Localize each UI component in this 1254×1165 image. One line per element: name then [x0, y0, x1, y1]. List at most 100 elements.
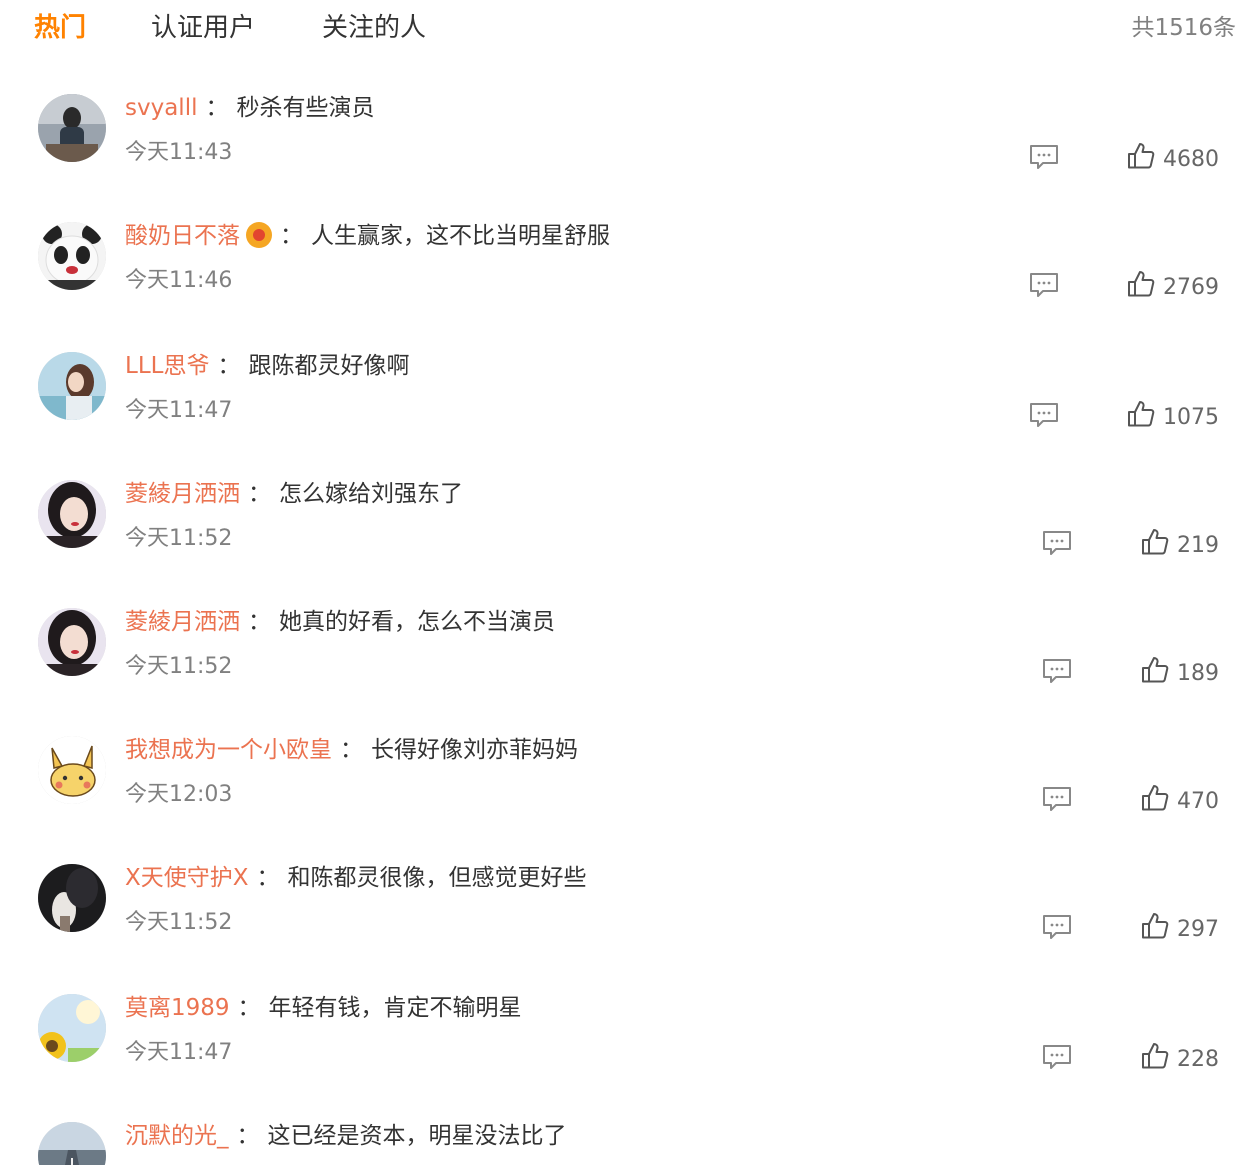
comment-item: X天使守护X ： 和陈都灵很像，但感觉更好些 今天11:52 297: [0, 828, 1254, 956]
woman-photo-avatar[interactable]: [38, 94, 106, 162]
comment-item: 我想成为一个小欧皇 ： 长得好像刘亦菲妈妈 今天12:03 470: [0, 700, 1254, 828]
comment-line: 菱綾月洒洒 ： 她真的好看，怎么不当演员: [125, 606, 555, 638]
comment-bubble-icon: [1030, 403, 1058, 427]
username-link[interactable]: 莫离1989: [125, 995, 230, 1021]
comment-bubble-icon: [1043, 1045, 1071, 1069]
reply-button[interactable]: [1029, 402, 1059, 428]
reply-button[interactable]: [1029, 272, 1059, 298]
panda-avatar[interactable]: [38, 222, 106, 290]
comment-item: 酸奶日不落 ： 人生赢家，这不比当明星舒服 今天11:46 2769: [0, 186, 1254, 314]
comment-item: LLL思爷 ： 跟陈都灵好像啊 今天11:47 1075: [0, 316, 1254, 444]
colon-separator: ：: [248, 481, 271, 507]
like-button[interactable]: 228: [1141, 1042, 1219, 1072]
thumbs-up-icon: [1142, 1043, 1169, 1069]
comment-line: 菱綾月洒洒 ： 怎么嫁给刘强东了: [125, 478, 463, 510]
comment-bubble-icon: [1043, 787, 1071, 811]
like-count: 2769: [1163, 275, 1219, 300]
comment-line: 莫离1989 ： 年轻有钱，肯定不输明星: [125, 992, 522, 1024]
thumbs-up-icon: [1142, 913, 1169, 939]
comment-bubble-icon: [1043, 659, 1071, 683]
comment-text: 年轻有钱，肯定不输明星: [268, 995, 522, 1021]
username-link[interactable]: 沉默的光_: [125, 1123, 229, 1149]
comment-time: 今天11:52: [125, 654, 233, 679]
reply-button[interactable]: [1042, 1044, 1072, 1070]
colon-separator: ：: [236, 1123, 260, 1149]
like-button[interactable]: 297: [1141, 912, 1219, 942]
tab-following[interactable]: 关注的人: [322, 10, 426, 46]
sunflower-avatar[interactable]: [38, 994, 106, 1062]
username-link[interactable]: 我想成为一个小欧皇: [125, 737, 332, 763]
like-button[interactable]: 1075: [1127, 400, 1219, 430]
comment-bubble-icon: [1043, 531, 1071, 555]
comment-item: svyalll ： 秒杀有些演员 今天11:43 4680: [0, 58, 1254, 186]
comment-filter-tabs: 热门 认证用户 关注的人 共1516条: [0, 0, 1254, 58]
like-count: 470: [1177, 789, 1219, 814]
comment-line: LLL思爷 ： 跟陈都灵好像啊: [125, 350, 409, 382]
username-link[interactable]: 菱綾月洒洒: [125, 481, 240, 507]
comment-time: 今天12:03: [125, 782, 233, 807]
comment-time: 今天11:52: [125, 526, 233, 551]
dark-photo-avatar[interactable]: [38, 864, 106, 932]
like-count: 189: [1177, 661, 1219, 686]
tab-hot[interactable]: 热门: [34, 10, 86, 46]
total-comment-count: 共1516条: [1131, 15, 1236, 41]
like-button[interactable]: 219: [1141, 528, 1219, 558]
girl-portrait-avatar[interactable]: [38, 480, 106, 548]
thumbs-up-icon: [1128, 401, 1155, 427]
colon-separator: ：: [256, 865, 280, 891]
girl-portrait-avatar[interactable]: [38, 608, 106, 676]
colon-separator: ：: [217, 353, 241, 379]
comment-line: svyalll ： 秒杀有些演员: [125, 92, 374, 124]
like-count: 297: [1177, 917, 1219, 942]
reply-button[interactable]: [1042, 658, 1072, 684]
colon-separator: ：: [340, 737, 363, 763]
like-count: 219: [1177, 533, 1219, 558]
road-photo-avatar[interactable]: [38, 1122, 106, 1165]
comment-line: 酸奶日不落 ： 人生赢家，这不比当明星舒服: [125, 220, 610, 252]
comment-time: 今天11:52: [125, 910, 233, 935]
username-link[interactable]: LLL思爷: [125, 353, 209, 379]
comment-list: svyalll ： 秒杀有些演员 今天11:43 4680 酸奶日不落 ： 人生赢家，这…: [0, 58, 1254, 1165]
username-link[interactable]: X天使守护X: [125, 865, 249, 891]
thumbs-up-icon: [1128, 271, 1155, 297]
pikachu-avatar[interactable]: [38, 736, 106, 804]
like-count: 228: [1177, 1047, 1219, 1072]
tab-verified-users[interactable]: 认证用户: [151, 10, 255, 46]
comment-time: 今天11:43: [125, 140, 233, 165]
reply-button[interactable]: [1042, 786, 1072, 812]
like-button[interactable]: 4680: [1127, 142, 1219, 172]
thumbs-up-icon: [1128, 143, 1155, 169]
comment-bubble-icon: [1030, 273, 1058, 297]
like-button[interactable]: 189: [1141, 656, 1219, 686]
username-link[interactable]: 菱綾月洒洒: [125, 609, 240, 635]
reply-button[interactable]: [1042, 530, 1072, 556]
username-link[interactable]: svyalll: [125, 95, 197, 121]
colon-separator: ：: [237, 995, 261, 1021]
colon-separator: ：: [280, 223, 303, 249]
comment-text: 和陈都灵很像，但感觉更好些: [287, 865, 587, 891]
comment-text: 她真的好看，怎么不当演员: [279, 609, 555, 635]
like-count: 1075: [1163, 405, 1219, 430]
like-count: 4680: [1163, 147, 1219, 172]
illustrated-girl-avatar[interactable]: [38, 352, 106, 420]
comment-item: 莫离1989 ： 年轻有钱，肯定不输明星 今天11:47 228: [0, 958, 1254, 1086]
comment-item: 沉默的光_ ： 这已经是资本，明星没法比了: [0, 1086, 1254, 1165]
comment-text: 跟陈都灵好像啊: [248, 353, 410, 379]
thumbs-up-icon: [1142, 529, 1169, 555]
like-button[interactable]: 2769: [1127, 270, 1219, 300]
comment-text: 秒杀有些演员: [236, 95, 375, 121]
comment-text: 这已经是资本，明星没法比了: [267, 1123, 567, 1149]
thumbs-up-icon: [1142, 785, 1169, 811]
comment-time: 今天11:47: [125, 398, 233, 423]
reply-button[interactable]: [1029, 144, 1059, 170]
vip-badge-icon: [246, 222, 272, 248]
comment-bubble-icon: [1030, 145, 1058, 169]
reply-button[interactable]: [1042, 914, 1072, 940]
comment-time: 今天11:46: [125, 268, 233, 293]
comment-line: X天使守护X ： 和陈都灵很像，但感觉更好些: [125, 862, 587, 894]
like-button[interactable]: 470: [1141, 784, 1219, 814]
comment-text: 人生赢家，这不比当明星舒服: [311, 223, 610, 249]
comment-time: 今天11:47: [125, 1040, 233, 1065]
comment-line: 我想成为一个小欧皇 ： 长得好像刘亦菲妈妈: [125, 734, 578, 766]
username-link[interactable]: 酸奶日不落: [125, 223, 240, 249]
